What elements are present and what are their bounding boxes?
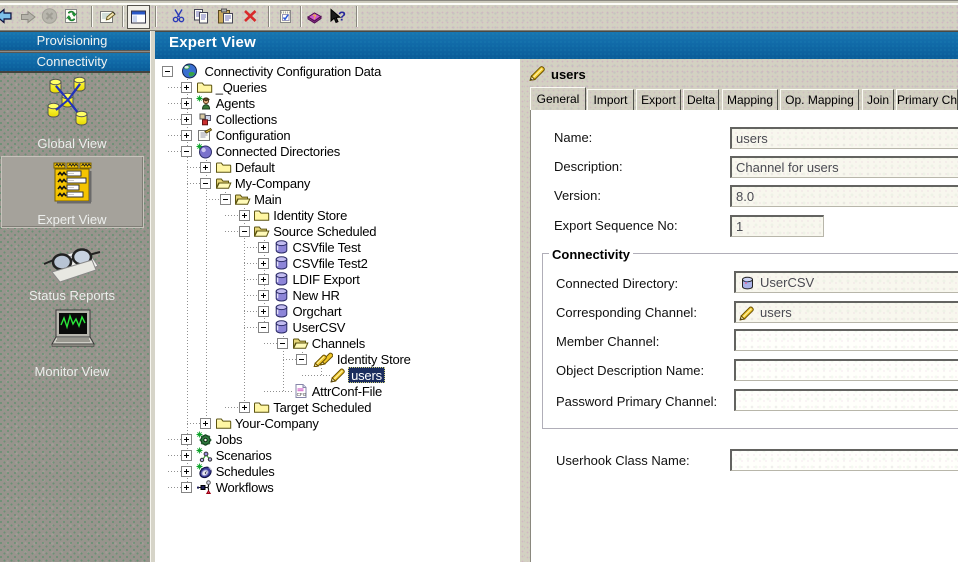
svg-text:?: ? bbox=[338, 9, 346, 24]
svg-text:?: ? bbox=[313, 14, 317, 21]
svg-text:CFG: CFG bbox=[296, 392, 306, 397]
